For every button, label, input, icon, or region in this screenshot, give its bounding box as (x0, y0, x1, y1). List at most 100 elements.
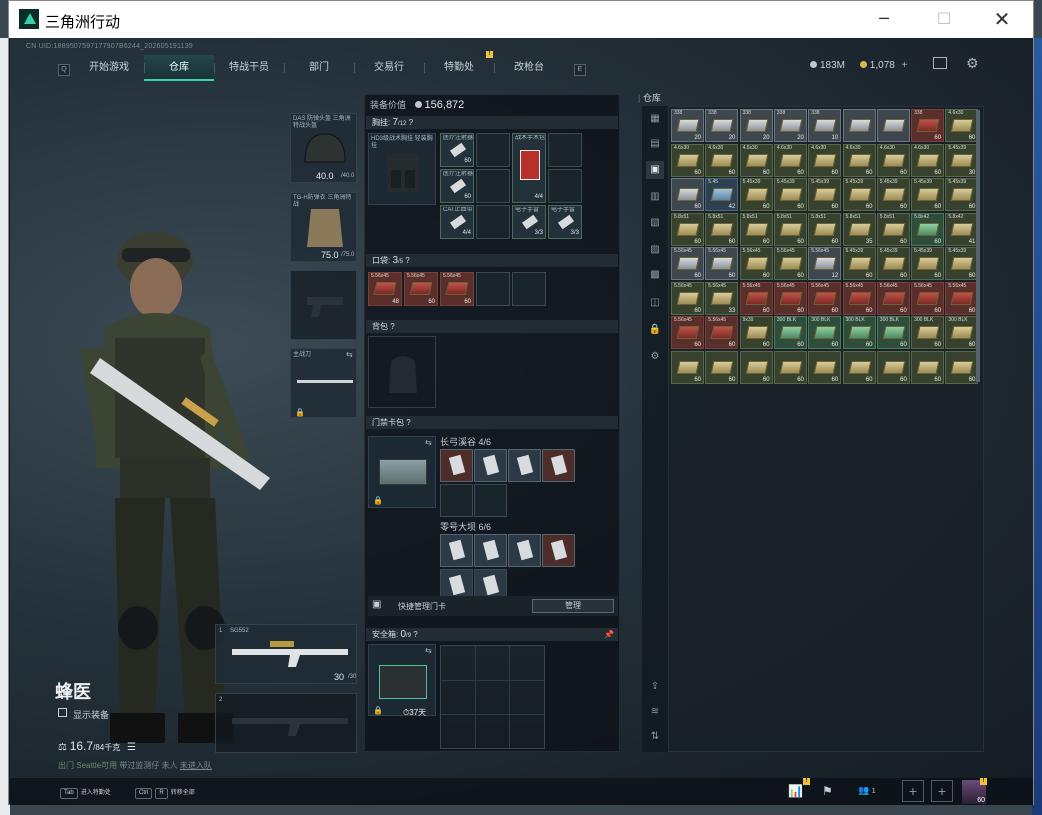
keycard-slot[interactable] (542, 534, 575, 567)
warehouse-item[interactable]: 5.56x45 60 (911, 281, 945, 315)
warehouse-item[interactable]: 60 (945, 350, 979, 384)
help-icon[interactable]: ? (406, 418, 410, 427)
keycard-slot[interactable] (440, 534, 473, 567)
warehouse-item[interactable]: 5.8x51 60 (876, 212, 910, 246)
warehouse-item[interactable]: 300 BLK 60 (911, 316, 945, 349)
warehouse-item[interactable]: 5.56x45 60 (773, 281, 807, 315)
primary-weapon-slot[interactable]: 1 SG552 30/30 (215, 624, 357, 684)
rig-item-slot[interactable]: 电子手雷 3/3 (548, 205, 582, 239)
warehouse-item[interactable]: 60 (739, 350, 773, 384)
warehouse-item[interactable]: 300 BLK 60 (876, 316, 910, 349)
rig-empty-slot[interactable] (548, 169, 582, 203)
rig-item-slot[interactable]: 医疗注射器 60 (440, 169, 474, 203)
swap-icon[interactable]: ⇆ (425, 647, 432, 655)
keycard-empty-slot[interactable] (440, 484, 473, 517)
rig-item-slot[interactable]: 电子手雷 3/3 (512, 205, 546, 239)
minimize-icon[interactable]: ─ (869, 7, 899, 31)
swap-icon[interactable]: ⇆ (425, 439, 432, 447)
keycard-slot[interactable] (508, 449, 541, 482)
party-indicator[interactable]: 👥 1 (858, 785, 876, 796)
warehouse-item[interactable]: 5.45x39 30 (945, 143, 979, 177)
armor-slot[interactable]: TG-H防弹衣 三角洲特战 75.0/75.0 (290, 192, 357, 262)
warehouse-item[interactable]: 4.6x30 60 (945, 109, 979, 142)
warehouse-item[interactable]: 5.45x39 60 (876, 178, 910, 211)
warehouse-item[interactable]: 5.45x39 60 (945, 247, 979, 280)
nav-tab-5[interactable]: 特勤处 (424, 55, 494, 81)
warehouse-item[interactable]: 5.56x45 60 (671, 281, 704, 315)
warehouse-item[interactable]: 5.8x51 60 (739, 212, 773, 246)
tab-ammo-icon[interactable]: ▣ (646, 161, 664, 179)
tab-keys-icon[interactable]: ▨ (646, 241, 664, 259)
warehouse-item[interactable]: 5.45x39 60 (945, 178, 979, 211)
warehouse-item[interactable]: 5.45x39 60 (842, 178, 876, 211)
tab-hint[interactable]: Tab 进入特勤处 (60, 786, 111, 799)
holster-slot[interactable] (290, 270, 357, 340)
warehouse-item[interactable]: 4.6x30 60 (808, 143, 842, 177)
add-gold-button[interactable]: + (902, 60, 908, 71)
deposit-icon[interactable]: ⇪ (646, 678, 664, 696)
warehouse-item[interactable]: 5.56x45 60 (671, 316, 704, 349)
add-teammate-button[interactable]: + (902, 780, 924, 802)
backpack-slot[interactable] (368, 336, 436, 408)
warehouse-item[interactable]: 5.56x45 60 (671, 247, 704, 280)
warehouse-item[interactable]: 338 20 (773, 109, 807, 142)
keycard-slot[interactable] (542, 449, 575, 482)
warehouse-item[interactable]: 5.45x39 60 (911, 178, 945, 211)
warehouse-item[interactable]: 5.56x45 60 (739, 247, 773, 280)
nav-next-key[interactable]: E (574, 64, 586, 76)
transfer-hint[interactable]: Ctrl R 转移全部 (135, 786, 195, 799)
nav-tab-2[interactable]: 特战干员 (214, 55, 284, 81)
tab-lock-icon[interactable]: 🔒 (646, 321, 664, 339)
warehouse-item[interactable]: 5.56x45 60 (842, 281, 876, 315)
keycard-empty-slot[interactable] (474, 484, 507, 517)
warehouse-item[interactable]: 5.56x45 60 (876, 281, 910, 315)
warehouse-item[interactable]: 60 (842, 350, 876, 384)
warehouse-item[interactable]: 5.45x39 60 (773, 178, 807, 211)
warehouse-item[interactable]: 60 (705, 350, 739, 384)
settings-gear-icon[interactable]: ⚙ (966, 56, 979, 72)
warehouse-item[interactable]: 5.56x45 60 (773, 247, 807, 280)
rig-empty-slot[interactable] (476, 133, 510, 167)
warehouse-item[interactable]: 9x39 60 (739, 316, 773, 349)
warehouse-item[interactable]: 4.6x30 60 (842, 143, 876, 177)
secondary-weapon-slot[interactable]: 2 (215, 693, 357, 753)
list-icon[interactable]: ☰ (127, 742, 136, 753)
nav-tab-0[interactable]: 开始游戏 (74, 55, 144, 81)
pocket-empty-slot[interactable] (476, 272, 510, 306)
stack-icon[interactable]: ≋ (646, 703, 664, 721)
tab-weapons-icon[interactable]: ▤ (646, 135, 664, 153)
warehouse-item[interactable]: 60 (876, 350, 910, 384)
melee-slot[interactable]: 主战刀 ⇆ 🔒 (290, 348, 357, 418)
tab-meds-icon[interactable]: ▧ (646, 214, 664, 232)
warehouse-item[interactable]: 5.56x45 60 (705, 316, 739, 349)
help-icon[interactable]: ? (390, 322, 394, 331)
warehouse-item[interactable]: 5.56x45 60 (705, 247, 739, 280)
keycard-case-slot[interactable]: ⇆ 🔒 (368, 436, 436, 508)
warehouse-item[interactable]: 5.45x39 60 (739, 178, 773, 211)
help-icon[interactable]: ? (405, 256, 409, 265)
safebox-slot[interactable]: ⇆ 🔒 ⏱37天 (368, 644, 436, 717)
tab-misc-icon[interactable]: ▩ (646, 266, 664, 284)
rig-item-slot[interactable]: CAT止血带 4/4 (440, 205, 474, 239)
warehouse-item[interactable]: 4.6x30 60 (876, 143, 910, 177)
warehouse-item[interactable]: 5.56x45 60 (945, 281, 979, 315)
stats-icon[interactable]: 📊 (788, 784, 803, 798)
warehouse-item[interactable]: 5.45x39 60 (911, 247, 945, 280)
warehouse-item[interactable]: 338 20 (739, 109, 773, 142)
warehouse-item[interactable]: 4.6x30 60 (705, 143, 739, 177)
tab-all-icon[interactable]: ▦ (646, 110, 664, 128)
warehouse-item[interactable]: 5.45x39 60 (808, 178, 842, 211)
warehouse-item[interactable]: 60 (808, 350, 842, 384)
warehouse-item[interactable]: 338 60 (911, 109, 945, 142)
warehouse-item[interactable]: 5.8x51 60 (808, 212, 842, 246)
warehouse-scrollbar[interactable] (976, 110, 980, 382)
warehouse-item[interactable]: 338 20 (705, 109, 739, 142)
mail-icon[interactable] (933, 57, 947, 69)
warehouse-item[interactable]: 338 10 (808, 109, 842, 142)
warehouse-item[interactable]: 60 (773, 350, 807, 384)
warehouse-item[interactable]: 5.56x45 33 (705, 281, 739, 315)
warehouse-item[interactable]: 5.8x51 60 (705, 212, 739, 246)
window-titlebar[interactable]: 三角洲行动 ─ ☐ ✕ (9, 1, 1033, 38)
keycard-slot[interactable] (508, 534, 541, 567)
add-teammate-button-2[interactable]: + (931, 780, 953, 802)
